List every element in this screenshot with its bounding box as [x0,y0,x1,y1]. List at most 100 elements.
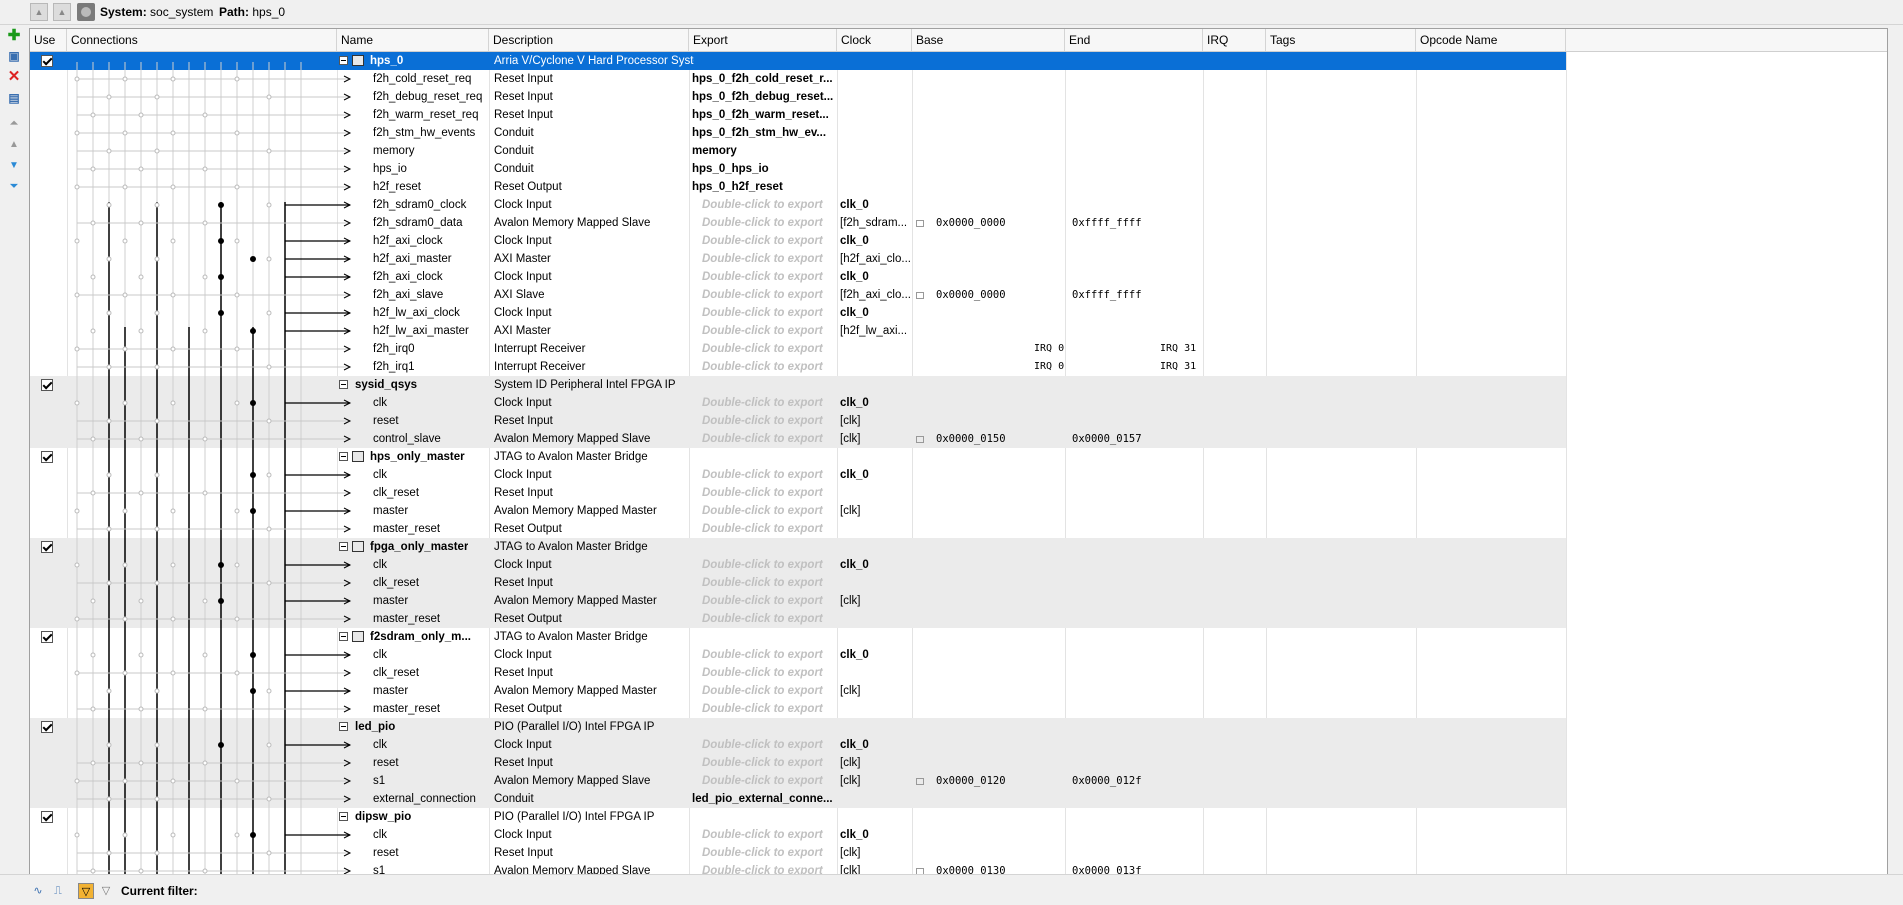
base-address[interactable]: 0x0000_0000 [936,214,1056,232]
lock-icon[interactable] [916,778,924,785]
base-address[interactable]: 0x0000_0000 [936,286,1056,304]
export-cell[interactable]: Double-click to export [690,700,848,718]
move-bottom-icon[interactable]: ⏷ [6,179,22,195]
move-top-icon[interactable]: ⏶ [6,116,22,132]
export-cell[interactable]: Double-click to export [690,574,848,592]
clock-cell[interactable]: clk_0 [838,736,914,754]
clock-cell[interactable]: clk_0 [838,394,914,412]
export-cell[interactable]: Double-click to export [690,520,848,538]
up-button[interactable]: ▲ [53,3,71,21]
clock-cell[interactable]: [f2h_sdram... [838,214,914,232]
irq-start[interactable]: IRQ 0 [1034,358,1134,376]
export-cell[interactable]: Double-click to export [690,556,848,574]
clock-cell[interactable]: [f2h_axi_clo... [838,286,914,304]
column-header-end[interactable]: End [1065,29,1203,51]
clock-cell[interactable]: clk_0 [838,268,914,286]
column-header-irq[interactable]: IRQ [1203,29,1266,51]
export-cell[interactable]: hps_0_f2h_cold_reset_r... [690,70,838,88]
clock-cell[interactable]: [clk] [838,502,914,520]
export-cell[interactable]: led_pio_external_conne... [690,790,838,808]
connection-dot [74,346,80,352]
clock-cell[interactable]: clk_0 [838,232,914,250]
clock-cell[interactable]: [h2f_axi_clo... [838,250,914,268]
column-header-tags[interactable]: Tags [1266,29,1416,51]
column-header-opcode-name[interactable]: Opcode Name [1416,29,1566,51]
export-cell[interactable]: Double-click to export [690,610,848,628]
clock-cell[interactable]: [clk] [838,754,914,772]
export-cell[interactable]: Double-click to export [690,214,848,232]
export-cell[interactable]: Double-click to export [690,322,848,340]
column-header-export[interactable]: Export [689,29,837,51]
export-cell[interactable]: Double-click to export [690,502,848,520]
filter-reset-icon[interactable]: ⎍ [50,883,66,899]
filter-funnel-icon[interactable]: ▽ [98,883,114,899]
export-cell[interactable]: Double-click to export [690,268,848,286]
clock-cell[interactable]: clk_0 [838,646,914,664]
connection-dot [170,400,176,406]
clock-cell[interactable]: [clk] [838,682,914,700]
export-cell[interactable]: Double-click to export [690,232,848,250]
export-cell[interactable]: Double-click to export [690,754,848,772]
export-cell[interactable]: Double-click to export [690,484,848,502]
export-cell[interactable]: hps_0_f2h_warm_reset... [690,106,838,124]
clock-cell[interactable]: clk_0 [838,466,914,484]
lock-icon[interactable] [916,220,924,227]
export-cell[interactable]: Double-click to export [690,664,848,682]
filter-icon[interactable]: ▽ [78,883,94,899]
lock-icon[interactable] [916,292,924,299]
clock-cell[interactable]: [clk] [838,412,914,430]
export-cell[interactable]: Double-click to export [690,430,848,448]
base-address[interactable]: 0x0000_0120 [936,772,1056,790]
clock-cell[interactable]: [h2f_lw_axi... [838,322,914,340]
x-icon[interactable]: ✕ [6,69,22,85]
export-cell[interactable]: Double-click to export [690,394,848,412]
plus-icon[interactable]: ✚ [6,28,22,44]
clock-cell[interactable]: clk_0 [838,826,914,844]
export-cell[interactable]: hps_0_f2h_debug_reset... [690,88,838,106]
export-cell[interactable]: hps_0_hps_io [690,160,838,178]
export-cell[interactable]: Double-click to export [690,286,848,304]
export-cell[interactable]: Double-click to export [690,340,848,358]
export-cell[interactable]: Double-click to export [690,592,848,610]
clock-cell[interactable]: [clk] [838,844,914,862]
move-down-icon[interactable]: ▼ [6,158,22,174]
lock-icon[interactable] [916,436,924,443]
export-cell[interactable]: Double-click to export [690,826,848,844]
edit-icon[interactable]: ▤ [6,90,22,106]
export-cell[interactable]: Double-click to export [690,844,848,862]
column-header-base[interactable]: Base [912,29,1065,51]
irq-end[interactable]: IRQ 31 [1160,358,1220,376]
export-cell[interactable]: Double-click to export [690,772,848,790]
collapse-up-button[interactable]: ▲ [30,3,48,21]
clock-cell[interactable]: clk_0 [838,304,914,322]
export-cell[interactable]: hps_0_h2f_reset [690,178,838,196]
column-header-clock[interactable]: Clock [837,29,912,51]
irq-end[interactable]: IRQ 31 [1160,340,1220,358]
column-header-connections[interactable]: Connections [67,29,337,51]
export-cell[interactable]: Double-click to export [690,412,848,430]
connections-graph[interactable] [30,52,370,875]
export-cell[interactable]: memory [690,142,838,160]
export-cell[interactable]: Double-click to export [690,196,848,214]
irq-start[interactable]: IRQ 0 [1034,340,1134,358]
clock-cell[interactable]: [clk] [838,592,914,610]
move-up-icon[interactable]: ▲ [6,137,22,153]
filter-clock-icon[interactable]: ∿ [30,883,46,899]
export-cell[interactable]: Double-click to export [690,466,848,484]
column-header-description[interactable]: Description [489,29,689,51]
export-cell[interactable]: Double-click to export [690,736,848,754]
export-cell[interactable]: Double-click to export [690,250,848,268]
export-cell[interactable]: Double-click to export [690,646,848,664]
column-header-name[interactable]: Name [337,29,489,51]
export-cell[interactable]: hps_0_f2h_stm_hw_ev... [690,124,838,142]
clock-cell[interactable]: clk_0 [838,196,914,214]
export-cell[interactable]: Double-click to export [690,304,848,322]
base-address[interactable]: 0x0000_0150 [936,430,1056,448]
clock-cell[interactable]: [clk] [838,772,914,790]
export-cell[interactable]: Double-click to export [690,682,848,700]
export-cell[interactable]: Double-click to export [690,358,848,376]
new-component-icon[interactable]: ▣ [6,48,22,64]
column-header-use[interactable]: Use [30,29,67,51]
clock-cell[interactable]: clk_0 [838,556,914,574]
clock-cell[interactable]: [clk] [838,430,914,448]
